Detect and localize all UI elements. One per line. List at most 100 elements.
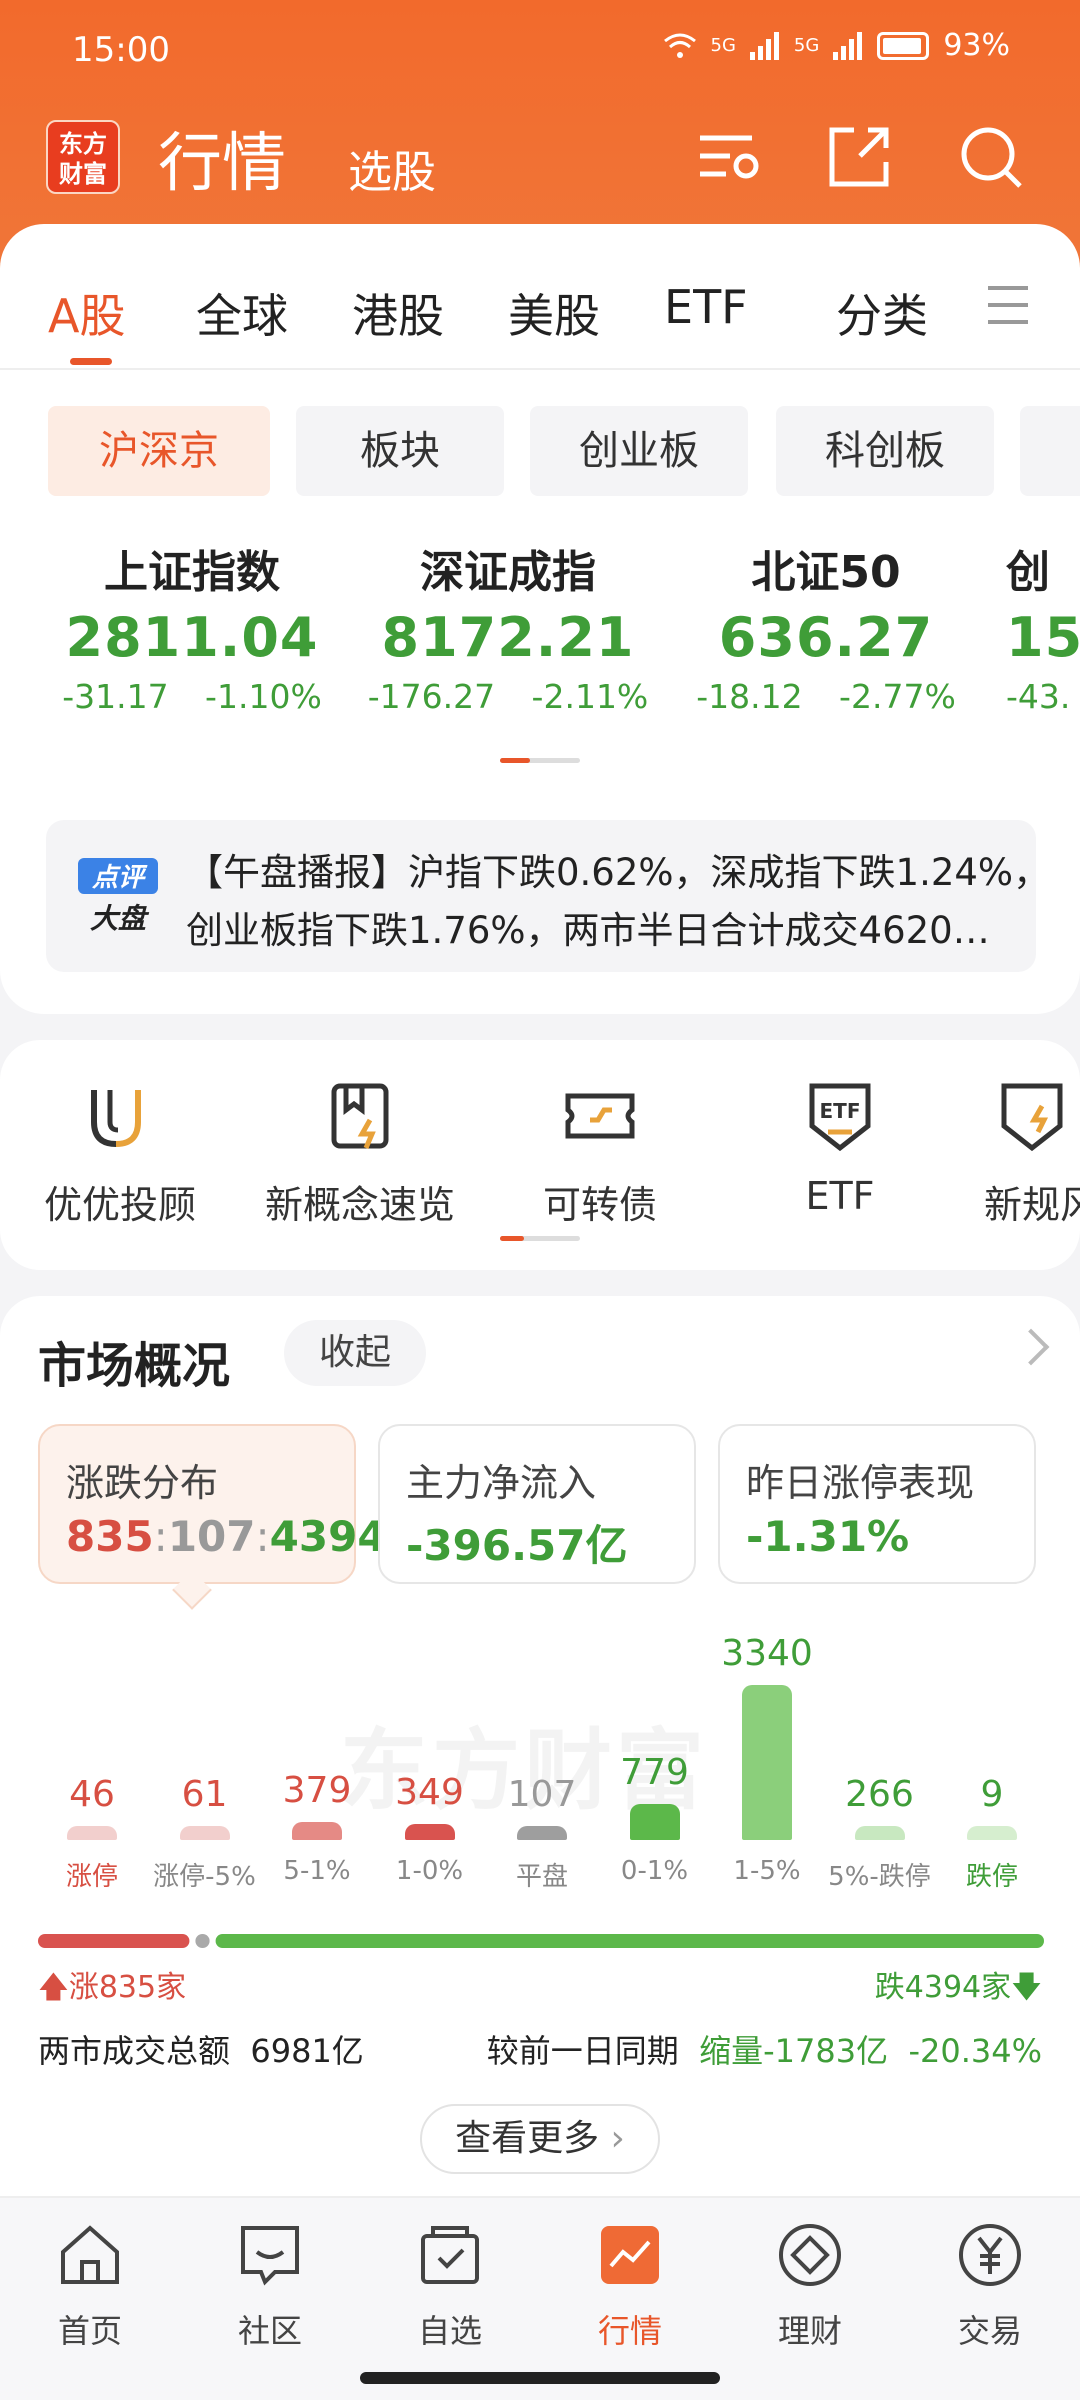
separator: : bbox=[153, 1512, 168, 1561]
bar-7 bbox=[854, 1826, 905, 1840]
nav-wealth[interactable]: 理财 bbox=[740, 2220, 880, 2352]
nav-label: 社区 bbox=[237, 2312, 302, 2350]
ticket-icon bbox=[565, 1093, 635, 1139]
chat-icon bbox=[241, 2226, 299, 2286]
bar-label-1: 涨停-5% bbox=[153, 1862, 256, 1892]
chip-sector[interactable]: 板块 bbox=[296, 406, 504, 496]
bar-2 bbox=[292, 1822, 342, 1840]
bar-label-0: 涨停 bbox=[65, 1862, 118, 1892]
chip-sh-sz-bj[interactable]: 沪深京 bbox=[48, 406, 270, 496]
index-change: -31.17 -1.10% bbox=[62, 677, 322, 716]
compare-value: 缩量-1783亿 bbox=[699, 2032, 889, 2070]
tool-new-rules[interactable]: 新规风 bbox=[970, 1076, 1080, 1229]
svg-text:点评: 点评 bbox=[91, 863, 148, 893]
index-value: 636.27 bbox=[718, 606, 934, 669]
share-icon[interactable] bbox=[824, 122, 894, 192]
compare-percent: -20.34% bbox=[908, 2032, 1042, 2070]
status-icons: 5G 5G 93% bbox=[663, 28, 1010, 63]
signal-icon-2 bbox=[833, 31, 863, 60]
app-logo[interactable]: 东方财富 bbox=[46, 120, 120, 194]
bar-value-5: 779 bbox=[620, 1751, 689, 1793]
turnover-compare: 较前一日同期 缩量-1783亿 -20.34% bbox=[487, 2026, 1042, 2072]
market-news[interactable]: 点评 大盘 【午盘播报】沪指下跌0.62%，深成指下跌1.24%， 创业板指下跌… bbox=[46, 820, 1050, 972]
battery-icon bbox=[877, 31, 930, 60]
bar-0 bbox=[67, 1826, 117, 1840]
news-line-2: 创业板指下跌1.76%，两市半日合计成交4620… bbox=[186, 909, 990, 952]
tab-category[interactable]: 分类 bbox=[836, 280, 928, 346]
stat-rise-fall-distribution[interactable]: 涨跌分布 835:107:4394 bbox=[38, 1424, 387, 1584]
tool-label: ETF bbox=[805, 1174, 875, 1218]
index-bse50[interactable]: 北证50 636.27 -18.12 -2.77% bbox=[666, 536, 986, 716]
bar-label-8: 跌停 bbox=[965, 1862, 1018, 1892]
chevron-right-icon: › bbox=[610, 2118, 625, 2159]
tool-label: 新规风 bbox=[984, 1183, 1080, 1227]
svg-text:ETF: ETF bbox=[820, 1099, 861, 1123]
bag-check-icon bbox=[421, 2226, 479, 2284]
index-name: 北证50 bbox=[751, 547, 901, 598]
stat-limit-up-performance[interactable]: 昨日涨停表现 -1.31% bbox=[718, 1424, 1036, 1584]
nav-trade[interactable]: 交易 bbox=[920, 2220, 1060, 2352]
index-value: 2811.04 bbox=[65, 606, 319, 669]
index-change: -18.12 -2.77% bbox=[696, 677, 956, 716]
tab-a-shares[interactable]: A股 bbox=[48, 280, 125, 346]
index-chinext-partial[interactable]: 创 15 -43. bbox=[1006, 536, 1080, 716]
tool-uu-advisor[interactable]: 优优投顾 bbox=[10, 1076, 230, 1229]
bottom-nav: 首页 社区 自选 行情 理财 交易 bbox=[0, 2196, 1080, 2400]
etf-shield-icon: ETF bbox=[809, 1083, 871, 1152]
bar-label-6: 1-5% bbox=[733, 1856, 801, 1886]
tool-convertible-bonds[interactable]: 可转债 bbox=[490, 1076, 710, 1229]
status-time: 15:00 bbox=[72, 30, 170, 70]
bar-label-7: 5%-跌停 bbox=[828, 1862, 931, 1892]
arrow-down-icon: 🡇 bbox=[1011, 1970, 1042, 2005]
stock-picker-link[interactable]: 选股 bbox=[348, 136, 436, 200]
compare-label: 较前一日同期 bbox=[486, 2032, 679, 2070]
index-szse[interactable]: 深证成指 8172.21 -176.27 -2.11% bbox=[348, 536, 668, 716]
bar-5 bbox=[629, 1803, 680, 1840]
app-header: 东方财富 行情 选股 bbox=[0, 100, 1080, 220]
bar-value-6: 3340 bbox=[721, 1633, 813, 1674]
collapse-button[interactable]: 收起 bbox=[284, 1320, 426, 1386]
nav-label: 自选 bbox=[417, 2312, 482, 2350]
nav-community[interactable]: 社区 bbox=[200, 2220, 340, 2352]
chip-more[interactable] bbox=[1020, 406, 1080, 496]
market-card: A股 全球 港股 美股 ETF 分类 沪深京 板块 创业板 科创板 上证指数 2… bbox=[0, 224, 1080, 1014]
tab-global[interactable]: 全球 bbox=[196, 280, 288, 346]
bar-value-0: 46 bbox=[69, 1774, 115, 1815]
index-name: 上证指数 bbox=[104, 547, 280, 598]
menu-icon[interactable] bbox=[988, 286, 1028, 324]
stat-main-net-inflow[interactable]: 主力净流入 -396.57亿 bbox=[378, 1424, 696, 1584]
tab-us-stocks[interactable]: 美股 bbox=[508, 280, 600, 346]
bar-value-2: 379 bbox=[282, 1770, 352, 1812]
rise-total: 🡅涨835家 bbox=[38, 1962, 186, 2016]
bookmark-bolt-icon bbox=[331, 1083, 389, 1149]
nav-label: 交易 bbox=[957, 2312, 1022, 2350]
market-tabs: A股 全球 港股 美股 ETF 分类 bbox=[0, 224, 1080, 370]
tool-label: 可转债 bbox=[542, 1183, 657, 1227]
settings-list-icon[interactable] bbox=[696, 122, 766, 192]
separator: : bbox=[255, 1512, 270, 1561]
home-indicator bbox=[360, 2372, 720, 2384]
nav-market[interactable]: 行情 bbox=[560, 2220, 700, 2352]
bar-value-3: 349 bbox=[395, 1771, 464, 1813]
nav-home[interactable]: 首页 bbox=[20, 2220, 160, 2352]
chip-chinext[interactable]: 创业板 bbox=[530, 406, 748, 496]
tool-label: 优优投顾 bbox=[43, 1183, 196, 1227]
chevron-right-icon[interactable] bbox=[1012, 1328, 1050, 1366]
chip-star-market[interactable]: 科创板 bbox=[776, 406, 994, 496]
tool-new-concepts[interactable]: 新概念速览 bbox=[250, 1076, 470, 1229]
tab-hk-stocks[interactable]: 港股 bbox=[352, 280, 444, 346]
view-more-button[interactable]: 查看更多 › bbox=[420, 2104, 660, 2174]
search-icon[interactable] bbox=[956, 122, 1026, 192]
bar-label-5: 0-1% bbox=[620, 1856, 689, 1886]
battery-level: 93% bbox=[943, 28, 1010, 63]
nav-watchlist[interactable]: 自选 bbox=[380, 2220, 520, 2352]
index-name: 深证成指 bbox=[420, 547, 596, 598]
stat-label: 涨跌分布 bbox=[66, 1461, 219, 1505]
tab-etf[interactable]: ETF bbox=[664, 280, 748, 334]
bar-4 bbox=[517, 1826, 567, 1840]
tool-etf[interactable]: ETF ETF bbox=[730, 1076, 950, 1218]
index-sse[interactable]: 上证指数 2811.04 -31.17 -1.10% bbox=[32, 536, 352, 716]
signal-icon bbox=[749, 31, 779, 60]
app-logo-text: 东方财富 bbox=[59, 130, 107, 188]
tools-pager bbox=[500, 1236, 580, 1241]
